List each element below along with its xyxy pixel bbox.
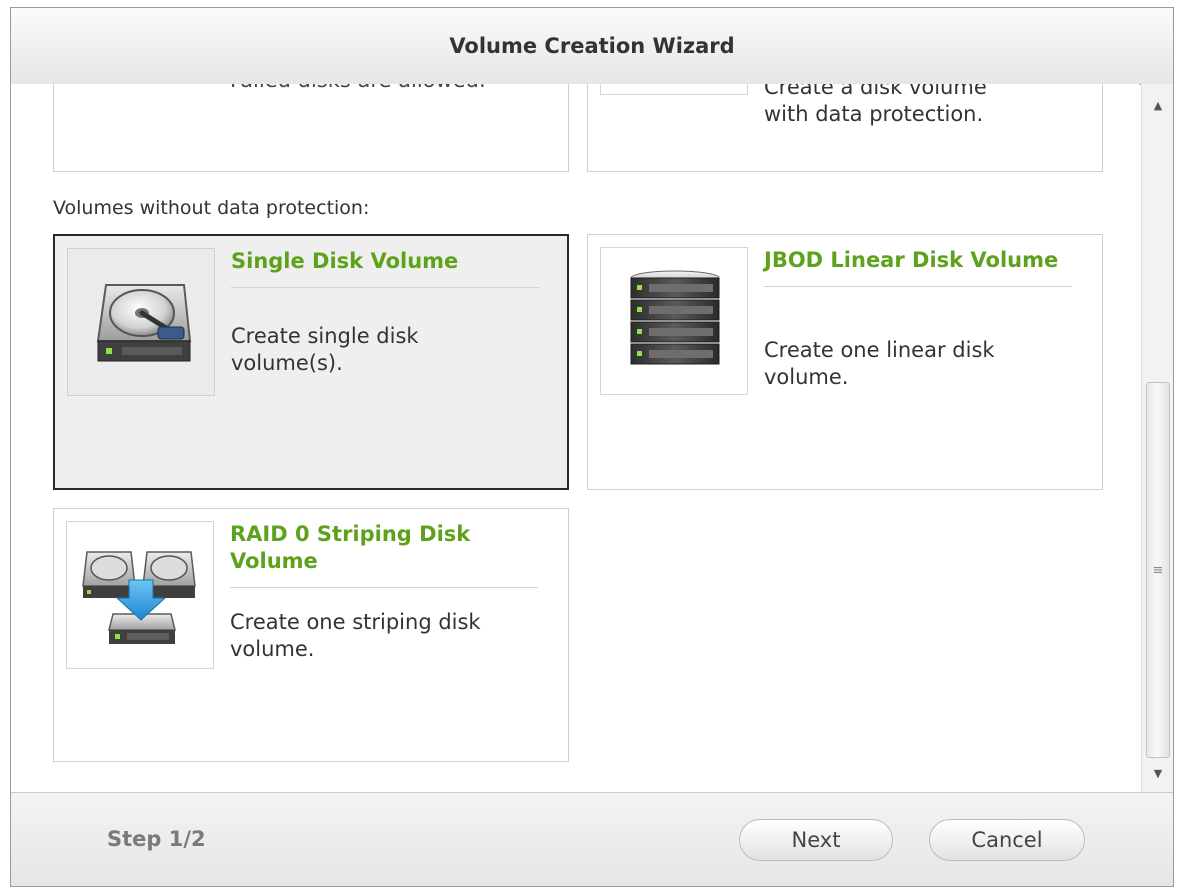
dialog-titlebar[interactable]: Volume Creation Wizard	[11, 8, 1173, 85]
dialog-footer: Step 1/2 Next Cancel	[11, 792, 1173, 886]
single-disk-volume-description: Create single disk volume(s).	[231, 324, 419, 375]
jbod-linear-disk-volume-description: Create one linear disk volume.	[764, 338, 995, 389]
section-label-without-protection: Volumes without data protection:	[53, 197, 370, 219]
vertical-scrollbar[interactable]: ▲ ≡ ▼	[1141, 84, 1173, 792]
scroll-down-arrow-icon[interactable]: ▼	[1142, 758, 1173, 788]
scrollbar-thumb[interactable]: ≡	[1146, 382, 1170, 758]
next-button[interactable]: Next	[739, 819, 893, 861]
scroll-up-arrow-icon[interactable]: ▲	[1142, 90, 1173, 120]
option-single-disk-volume[interactable]: Single Disk Volume Create single disk vo…	[53, 234, 569, 490]
raid0-striping-disk-volume-description: Create one striping disk volume.	[230, 610, 481, 661]
partial-card-right-description-line1: Create a disk volume	[764, 84, 987, 99]
step-indicator: Step 1/2	[107, 827, 206, 851]
jbod-linear-disk-volume-title: JBOD Linear Disk Volume	[764, 247, 1072, 287]
single-disk-thumbnail	[67, 248, 215, 396]
cancel-button[interactable]: Cancel	[929, 819, 1085, 861]
raid0-thumbnail	[66, 521, 214, 669]
jbod-disk-stack-icon	[630, 270, 720, 365]
raid0-striping-disk-volume-title: RAID 0 Striping Disk Volume	[230, 521, 538, 588]
option-raid0-striping-disk-volume[interactable]: RAID 0 Striping Disk Volume Create one s…	[53, 508, 569, 762]
volume-creation-wizard-dialog: Volume Creation Wizard Failed disks are …	[10, 7, 1174, 887]
single-disk-volume-title: Single Disk Volume	[231, 248, 539, 288]
scrollbar-grip-icon: ≡	[1152, 562, 1164, 578]
partial-card-right-description-line2: with data protection.	[764, 102, 984, 126]
partial-card-right[interactable]: Create a disk volume with data protectio…	[587, 84, 1103, 172]
single-disk-icon	[96, 284, 192, 362]
raid0-striping-icon	[82, 551, 196, 644]
partial-card-right-thumbnail	[600, 84, 748, 95]
option-jbod-linear-disk-volume[interactable]: JBOD Linear Disk Volume Create one linea…	[587, 234, 1103, 490]
volume-type-list: Failed disks are allowed. Create a disk …	[11, 84, 1139, 792]
partial-card-left-description: Failed disks are allowed.	[230, 84, 486, 94]
partial-card-left[interactable]: Failed disks are allowed.	[53, 84, 569, 172]
dialog-title: Volume Creation Wizard	[449, 34, 735, 58]
jbod-thumbnail	[600, 247, 748, 395]
